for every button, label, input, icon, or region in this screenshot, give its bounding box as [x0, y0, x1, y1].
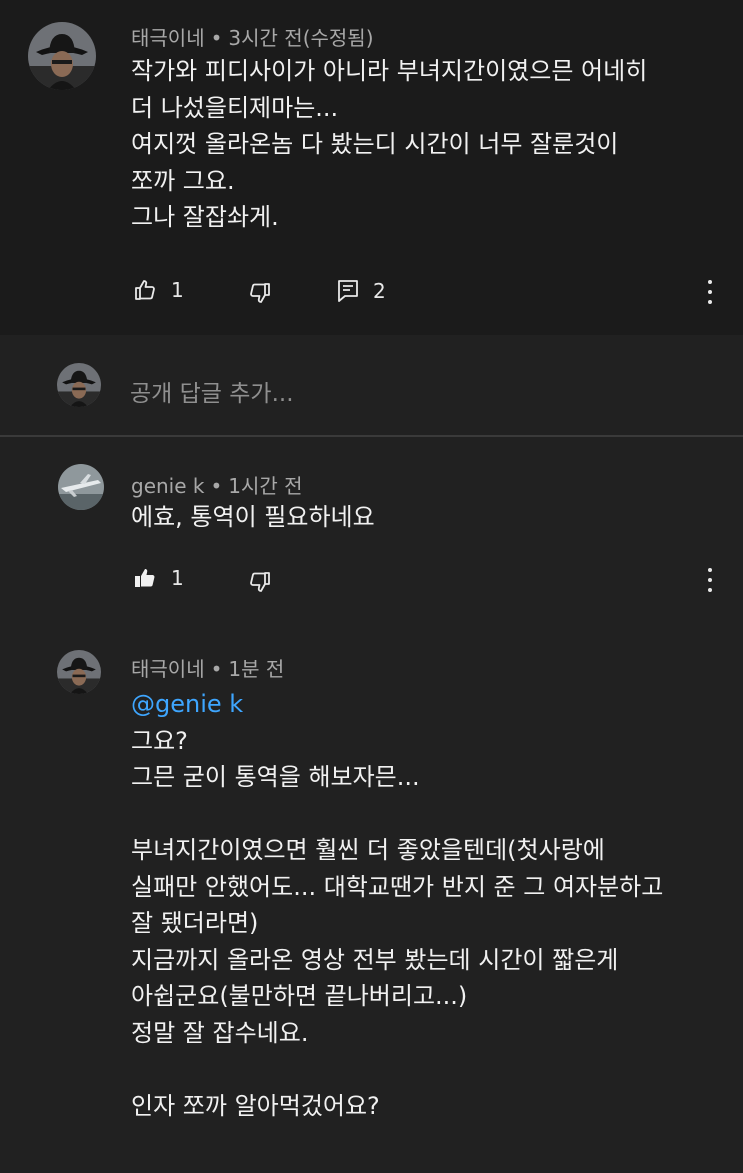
reply-line: 인자 쪼까 알아먹겄어요?: [131, 1091, 380, 1120]
like-count: 1: [171, 566, 184, 590]
avatar[interactable]: [57, 650, 101, 694]
comment-line: 작가와 피디사이가 아니라 부녀지간이였으믄 어네히: [131, 57, 648, 85]
reply-line: 그믄 굳이 통역을 해보자믄...: [131, 763, 420, 791]
replies-button[interactable]: 2: [337, 279, 386, 303]
comment-line: 그나 잘잡솨게.: [131, 203, 279, 231]
author-name[interactable]: 태극이네: [131, 26, 205, 50]
reply-line: 에효, 통역이 필요하네요: [131, 503, 375, 531]
comment-line: 쪼까 그요.: [131, 166, 235, 195]
meta-separator: •: [210, 657, 223, 681]
mention-link[interactable]: @genie k: [131, 686, 663, 723]
meta-separator: •: [210, 26, 223, 50]
reply-line: 잘 됐더라면): [131, 909, 259, 937]
more-vert-icon[interactable]: [700, 277, 720, 307]
reply-line-blank: [131, 796, 663, 833]
comment-text: 작가와 피디사이가 아니라 부녀지간이였으믄 어네히 더 나섰을티제마는... …: [131, 53, 647, 236]
meta-separator: •: [210, 474, 223, 498]
reply-input-row: 공개 답글 추가...: [0, 335, 743, 436]
author-name[interactable]: genie k: [131, 474, 204, 498]
like-button[interactable]: 1: [133, 278, 184, 302]
author-name[interactable]: 태극이네: [131, 657, 205, 681]
reply-line: 실패만 안했어도... 대학교땐가 반지 준 그 여자분하고: [131, 872, 664, 901]
thumb-down-icon: [248, 570, 272, 594]
comment-thread-top: 태극이네 • 3시간 전(수정됨) 작가와 피디사이가 아니라 부녀지간이였으믄 어…: [0, 0, 743, 335]
reply-line: 아쉽군요(불만하면 끝나버리고...): [131, 982, 468, 1010]
comment-meta: 태극이네 • 3시간 전(수정됨): [131, 22, 374, 51]
thumb-down-icon: [248, 281, 272, 305]
reply-count: 2: [373, 279, 386, 303]
reply-line: 지금까지 올라온 영상 전부 봤는데 시간이 짧은게: [131, 945, 619, 974]
comment-time[interactable]: 3시간 전(수정됨): [228, 26, 373, 50]
dislike-button[interactable]: [248, 281, 272, 305]
replies-list: genie k • 1시간 전 에효, 통역이 필요하네요 1 태극이네 • 1…: [0, 437, 743, 1173]
reply-line: 부녀지간이였으면 훨씬 더 좋았을텐데(첫사랑에: [131, 836, 605, 864]
comment-line: 여지껏 올라온놈 다 봤는디 시간이 너무 잘룬것이: [131, 130, 619, 158]
reply-text: @genie k 그요? 그믄 굳이 통역을 해보자믄... 부녀지간이였으면 …: [131, 686, 663, 1124]
reply-comment-icon: [337, 279, 359, 303]
reply-meta: genie k • 1시간 전: [131, 470, 303, 499]
reply-line-blank: [131, 1051, 663, 1088]
comment-line: 더 나섰을티제마는...: [131, 93, 339, 122]
avatar[interactable]: [58, 464, 104, 510]
avatar[interactable]: [28, 22, 96, 90]
reply-text: 에효, 통역이 필요하네요: [131, 499, 375, 536]
thumb-up-filled-icon: [133, 566, 157, 590]
dislike-button[interactable]: [248, 570, 272, 594]
reply-meta: 태극이네 • 1분 전: [131, 653, 284, 682]
reply-line: 그요?: [131, 726, 188, 755]
more-vert-icon[interactable]: [700, 565, 720, 595]
reply-line: 정말 잘 잡수네요.: [131, 1018, 309, 1047]
avatar: [57, 363, 101, 407]
reply-time[interactable]: 1시간 전: [228, 474, 302, 498]
reply-input[interactable]: 공개 답글 추가...: [130, 374, 294, 408]
thumb-up-icon: [133, 278, 157, 302]
like-count: 1: [171, 278, 184, 302]
reply-time[interactable]: 1분 전: [228, 657, 284, 681]
like-button[interactable]: 1: [133, 566, 184, 590]
